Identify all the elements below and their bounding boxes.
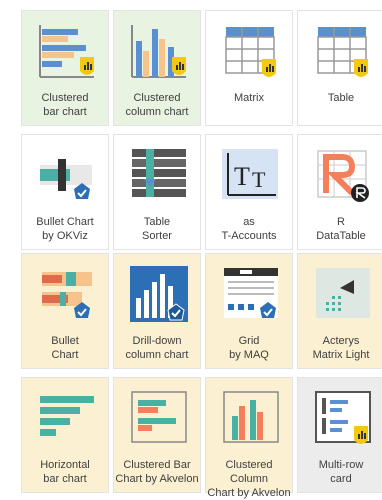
tile-bullet-chart[interactable]: Bullet Chart xyxy=(21,253,109,369)
tile-label: Matrix xyxy=(234,92,264,104)
acterys-matrix-icon xyxy=(316,268,370,318)
clustered-bar-chart-icon xyxy=(39,25,94,78)
clustered-column-chart-icon xyxy=(131,25,186,78)
tile-matrix[interactable]: Matrix xyxy=(205,10,293,126)
matrix-icon xyxy=(225,27,276,77)
tile-label: Clustered Column Chart by Akvelon xyxy=(207,459,291,499)
bullet-chart-icon xyxy=(40,159,92,199)
grid-icon xyxy=(224,268,278,318)
clustered-column-chart-icon xyxy=(223,391,279,443)
r-datatable-icon xyxy=(317,150,369,202)
horizontal-bar-chart-icon xyxy=(40,396,94,436)
tile-horizontal-bar-chart[interactable]: Horizontal bar chart xyxy=(21,377,109,493)
table-sorter-icon xyxy=(132,149,186,197)
tile-label: Grid by MAQ xyxy=(229,335,269,361)
t-accounts-icon: T T xyxy=(222,149,278,199)
tile-table-sorter[interactable]: Table Sorter xyxy=(113,134,201,250)
tile-clustered-column-chart[interactable]: Clustered column chart xyxy=(113,10,201,126)
tile-grid-by-maq[interactable]: Grid by MAQ xyxy=(205,253,293,369)
table-icon xyxy=(317,27,368,77)
tile-r-datatable[interactable]: R DataTable xyxy=(297,134,382,250)
tile-acterys-matrix-light[interactable]: Acterys Matrix Light xyxy=(297,253,382,369)
tile-label: Horizontal bar chart xyxy=(40,459,90,485)
clustered-bar-chart-icon xyxy=(131,391,187,443)
tile-label: Clustered column chart xyxy=(125,92,189,118)
tile-label: Table xyxy=(327,92,355,104)
tile-clustered-bar-chart-akvelon[interactable]: Clustered Bar Chart by Akvelon xyxy=(113,377,201,493)
tile-clustered-bar-chart[interactable]: Clustered bar chart xyxy=(21,10,109,126)
drill-down-column-chart-icon xyxy=(130,266,188,322)
tile-label: Acterys Matrix Light xyxy=(312,335,370,361)
tile-label: Bullet Chart by OKViz xyxy=(36,216,94,242)
tile-label: R DataTable xyxy=(316,216,366,242)
tile-clustered-column-chart-akvelon[interactable]: Clustered Column Chart by Akvelon xyxy=(205,377,293,499)
tile-label: Clustered Bar Chart by Akvelon xyxy=(115,459,199,485)
visual-gallery: Clustered bar chart Clustered column cha… xyxy=(0,0,382,499)
tile-t-accounts[interactable]: T T as T-Accounts xyxy=(205,134,293,250)
t-accounts-glyph: T xyxy=(234,162,250,191)
tile-label: Bullet Chart xyxy=(51,335,79,361)
t-accounts-glyph: T xyxy=(252,167,266,192)
tile-multi-row-card[interactable]: Multi-row card xyxy=(297,377,382,493)
tile-label: Table Sorter xyxy=(142,216,172,242)
tile-bullet-chart-okviz[interactable]: Bullet Chart by OKViz xyxy=(21,134,109,250)
tile-drill-down-column-chart[interactable]: Drill-down column chart xyxy=(113,253,201,369)
multi-row-card-icon xyxy=(315,391,371,444)
tile-label: Multi-row card xyxy=(318,459,364,485)
tile-table[interactable]: Table xyxy=(297,10,382,126)
tile-label: Drill-down column chart xyxy=(125,335,189,361)
tile-label: as T-Accounts xyxy=(221,216,277,242)
tile-label: Clustered bar chart xyxy=(41,92,89,118)
bullet-chart-icon xyxy=(42,272,92,318)
